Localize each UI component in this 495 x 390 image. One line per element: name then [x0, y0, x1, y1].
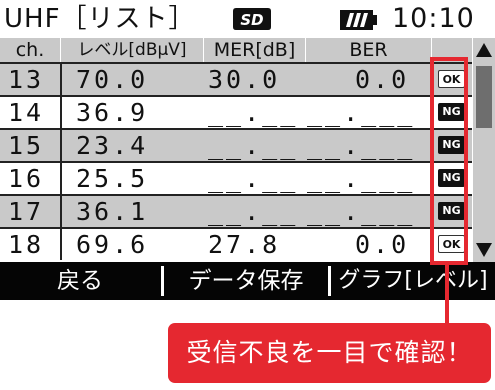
- channel-cell: 17: [8, 197, 45, 226]
- save-data-softkey[interactable]: データ保存: [166, 264, 326, 298]
- header-ch: ch.: [0, 38, 60, 62]
- ber-cell: __.___: [307, 164, 416, 193]
- level-cell: 36.1: [76, 197, 149, 226]
- mer-cell: __.__: [208, 98, 299, 127]
- mer-cell: __.__: [208, 164, 299, 193]
- channel-table: ch. レベル[dBμV] MER[dB] BER 13 70.0 30.0 0…: [0, 38, 472, 262]
- mode-title: UHF［リスト］: [4, 4, 196, 34]
- mer-cell: 27.8: [208, 230, 281, 259]
- channel-cell: 15: [8, 131, 45, 160]
- mer-cell: __.__: [208, 131, 299, 160]
- ber-cell: 0.0: [355, 65, 410, 94]
- level-cell: 25.5: [76, 164, 149, 193]
- table-row[interactable]: 13 70.0 30.0 0.0 OK: [0, 62, 472, 95]
- graph-level-softkey[interactable]: グラフ[レベル]: [333, 264, 493, 298]
- level-cell: 36.9: [76, 98, 149, 127]
- softkey-divider: [161, 266, 164, 296]
- scrollbar[interactable]: [473, 38, 495, 262]
- header-ber: BER: [305, 38, 431, 62]
- column-divider: [60, 196, 62, 227]
- table-row[interactable]: 18 69.6 27.8 0.0 OK: [0, 227, 472, 260]
- mer-cell: __.__: [208, 197, 299, 226]
- table-row[interactable]: 15 23.4 __.__ __.___ NG: [0, 128, 472, 161]
- mer-cell: 30.0: [208, 65, 281, 94]
- status-bar: UHF［リスト］ SD 10:10: [0, 0, 495, 38]
- ber-cell: __.___: [307, 131, 416, 160]
- svg-text:SD: SD: [240, 11, 263, 29]
- scroll-up-arrow-icon[interactable]: [475, 40, 493, 60]
- sd-card-icon: SD: [233, 8, 271, 30]
- channel-cell: 13: [8, 65, 45, 94]
- device-screen: UHF［リスト］ SD 10:10 ch. レベル[dBμV] MER[dB] …: [0, 0, 495, 300]
- table-row[interactable]: 14 36.9 __.__ __.___ NG: [0, 95, 472, 128]
- channel-cell: 14: [8, 98, 45, 127]
- table-row[interactable]: 16 25.5 __.__ __.___ NG: [0, 161, 472, 194]
- column-divider: [60, 130, 62, 161]
- header-mer: MER[dB]: [203, 38, 305, 62]
- table-row[interactable]: 17 36.1 __.__ __.___ NG: [0, 194, 472, 227]
- ber-cell: __.___: [307, 197, 416, 226]
- callout-label: 受信不良を一目で確認！: [168, 323, 491, 383]
- level-cell: 69.6: [76, 230, 149, 259]
- softkey-divider: [328, 266, 331, 296]
- column-divider: [60, 64, 62, 95]
- column-divider: [60, 229, 62, 260]
- level-cell: 70.0: [76, 65, 149, 94]
- clock: 10:10: [392, 3, 475, 34]
- channel-cell: 18: [8, 230, 45, 259]
- ber-cell: 0.0: [355, 230, 410, 259]
- back-softkey[interactable]: 戻る: [0, 264, 160, 298]
- callout-connector: [445, 262, 449, 324]
- column-divider: [60, 97, 62, 128]
- scroll-down-arrow-icon[interactable]: [475, 240, 493, 260]
- scroll-thumb[interactable]: [476, 66, 492, 128]
- softkey-bar: 戻る データ保存 グラフ[レベル]: [0, 262, 495, 300]
- ber-cell: __.___: [307, 98, 416, 127]
- channel-cell: 16: [8, 164, 45, 193]
- status-column-highlight: [430, 57, 468, 265]
- level-cell: 23.4: [76, 131, 149, 160]
- column-divider: [60, 163, 62, 194]
- header-level: レベル[dBμV]: [60, 38, 203, 62]
- battery-icon: [340, 10, 377, 30]
